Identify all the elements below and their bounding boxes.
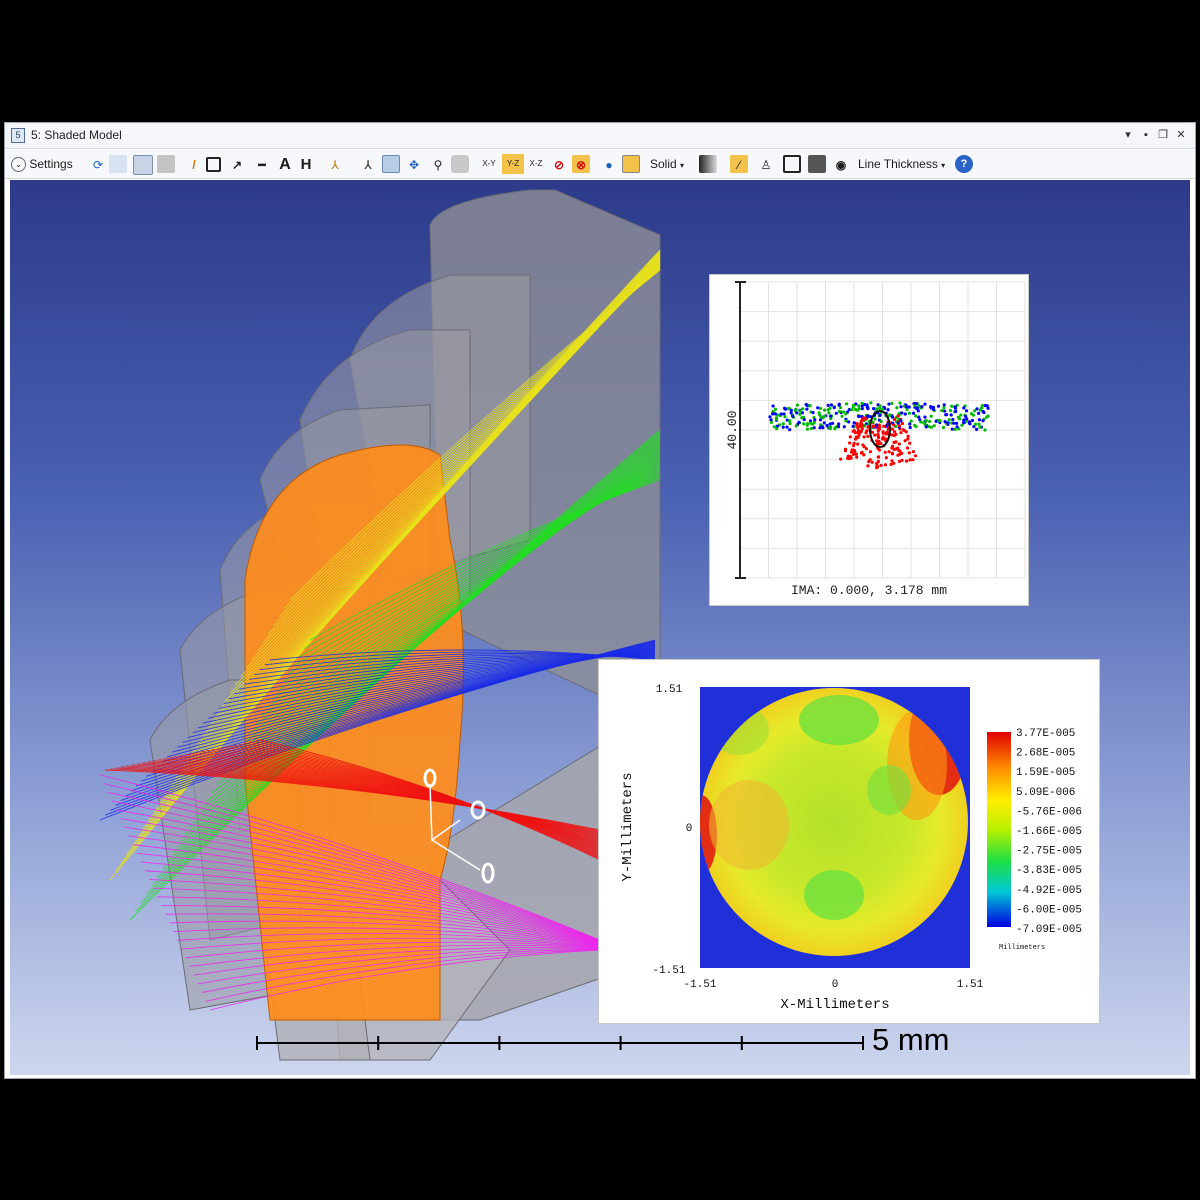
scale-bar <box>256 1036 864 1050</box>
scale-bar-label: 5 mm <box>872 1022 950 1057</box>
scale-bar-overlay <box>256 1036 864 1050</box>
